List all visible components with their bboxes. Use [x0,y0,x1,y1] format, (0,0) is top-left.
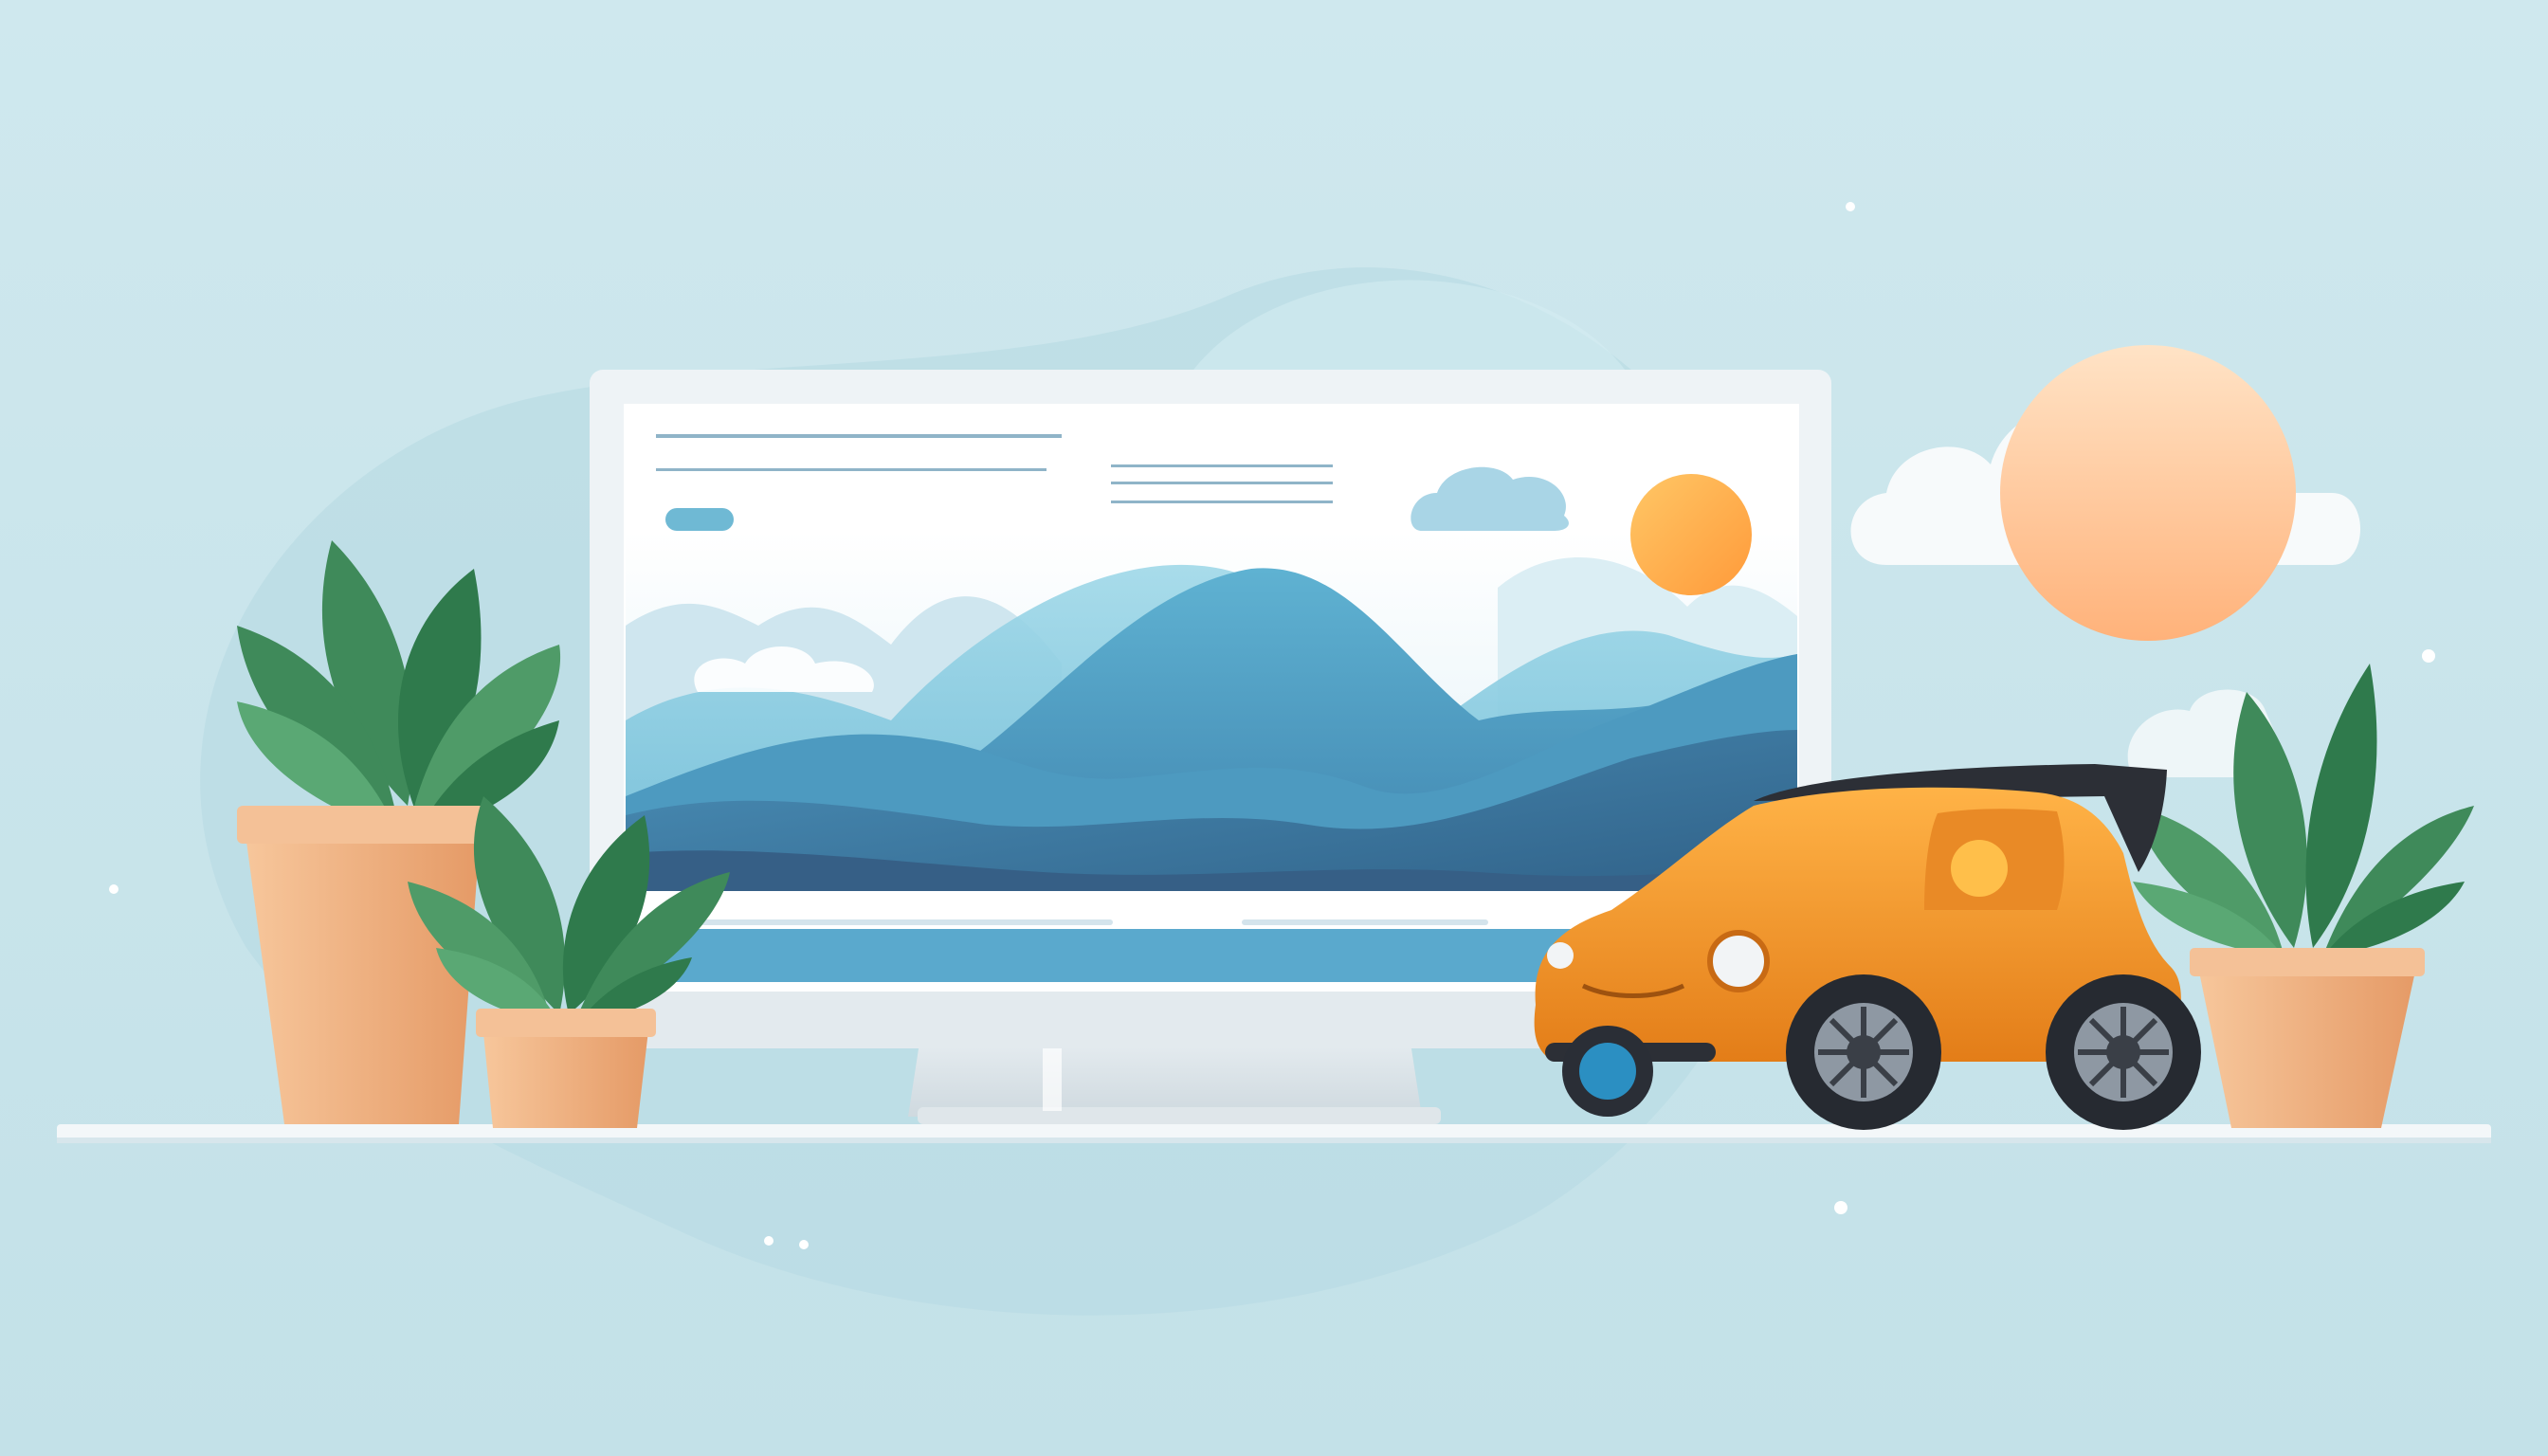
plant-pot [2195,954,2419,1128]
car-headlight [1707,930,1770,992]
car-wheel-rear [2046,974,2201,1130]
sun-icon [1630,474,1752,595]
sun-icon [2000,345,2296,641]
car-wheel-front [1562,1026,1653,1117]
monitor-base [918,1107,1441,1124]
screen-button-pill [665,508,734,531]
monitor-stand [908,1043,1422,1117]
car-wheel-middle [1786,974,1941,1130]
illustration-scene [0,0,2548,1456]
